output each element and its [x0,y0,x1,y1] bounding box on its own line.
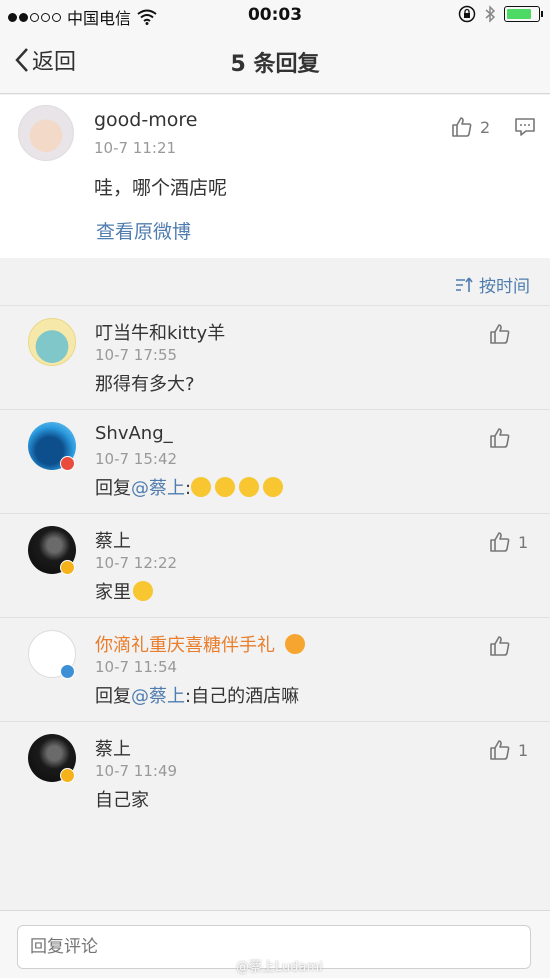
comment-icon[interactable] [514,117,536,137]
badge-icon [60,456,75,471]
thumbs-up-icon [490,532,510,552]
avatar[interactable] [28,318,76,366]
reply-username-text: 你滴礼重庆喜糖伴手礼 [95,635,275,656]
verified-icon [60,768,75,783]
list-item: ShvAng_ 10-7 15:42 回复@蔡上: [0,410,550,514]
like-button[interactable]: 1 [488,738,528,762]
mention-link[interactable]: @蔡上 [131,478,185,499]
reply-body: :自己的酒店嘛 [185,686,300,707]
sort-icon [456,277,473,292]
rotation-lock-icon [458,5,476,23]
reply-text: 家里 [95,578,157,604]
thumbs-up-icon [490,636,510,656]
like-count: 1 [518,532,529,552]
comment-time: 10-7 11:21 [94,139,177,157]
list-item: 蔡上 10-7 11:49 自己家 1 [0,722,550,826]
comment-username[interactable]: good-more [94,109,197,131]
reply-body: 家里 [95,582,131,603]
like-button[interactable]: 2 [450,115,490,139]
sort-by-time-button[interactable]: 按时间 [455,272,530,297]
verified-icon [60,560,75,575]
verified-icon [60,664,75,679]
list-item: 蔡上 10-7 12:22 家里 1 [0,514,550,618]
mention-link[interactable]: @蔡上 [131,686,185,707]
reply-text: 自己家 [95,790,149,811]
reply-time: 10-7 15:42 [95,450,178,468]
sort-label: 按时间 [479,277,530,297]
thumbs-up-icon [490,740,510,760]
thumbs-up-icon [490,428,510,448]
status-right [458,5,543,23]
laughing-crying-emoji-icon [215,477,236,497]
laughing-crying-emoji-icon [191,477,212,497]
reply-text: 那得有多大? [95,374,195,395]
laughing-crying-emoji-icon [263,477,284,497]
sort-bar: 按时间 [0,258,550,306]
thumbs-up-icon [490,324,510,344]
battery-icon [504,6,543,22]
bluetooth-icon [485,5,496,23]
like-button[interactable] [488,634,512,658]
like-count: 2 [480,117,491,137]
view-original-link[interactable]: 查看原微博 [96,217,191,244]
smile-emoji-icon [133,581,153,601]
reply-text: 回复@蔡上: [95,474,287,500]
list-item: 叮当牛和kitty羊 10-7 17:55 那得有多大? [0,306,550,410]
avatar[interactable] [18,105,74,161]
watermark: @蔡上Ludami [236,960,323,975]
status-bar: 中国电信 00:03 [0,0,550,32]
heart-eyes-emoji-icon [284,634,305,654]
reply-text: 回复@蔡上:自己的酒店嘛 [95,682,299,708]
reply-time: 10-7 12:22 [95,554,178,572]
like-button[interactable]: 1 [488,530,528,554]
like-button[interactable] [488,426,512,450]
reply-time: 10-7 17:55 [95,346,178,364]
reply-prefix: 回复 [95,686,131,707]
thumbs-up-icon [452,117,472,137]
like-button[interactable] [488,322,512,346]
reply-username[interactable]: 叮当牛和kitty羊 [95,319,225,345]
page-title: 5 条回复 [230,52,320,77]
list-item: 你滴礼重庆喜糖伴手礼 10-7 11:54 回复@蔡上:自己的酒店嘛 [0,618,550,722]
reply-username[interactable]: 你滴礼重庆喜糖伴手礼 [95,631,309,657]
reply-time: 10-7 11:54 [95,658,178,676]
reply-username[interactable]: 蔡上 [95,527,131,553]
laughing-crying-emoji-icon [239,477,260,497]
comment-text: 哇，哪个酒店呢 [94,177,228,199]
main-comment: good-more 10-7 11:21 哇，哪个酒店呢 查看原微博 2 [0,95,550,258]
like-count: 1 [518,740,529,760]
reply-list: 叮当牛和kitty羊 10-7 17:55 那得有多大? ShvAng_ 10-… [0,306,550,826]
reply-username[interactable]: ShvAng_ [95,423,173,444]
nav-bar: 返回 5 条回复 [0,32,550,94]
reply-username[interactable]: 蔡上 [95,735,131,761]
reply-prefix: 回复 [95,478,131,499]
reply-time: 10-7 11:49 [95,762,178,780]
